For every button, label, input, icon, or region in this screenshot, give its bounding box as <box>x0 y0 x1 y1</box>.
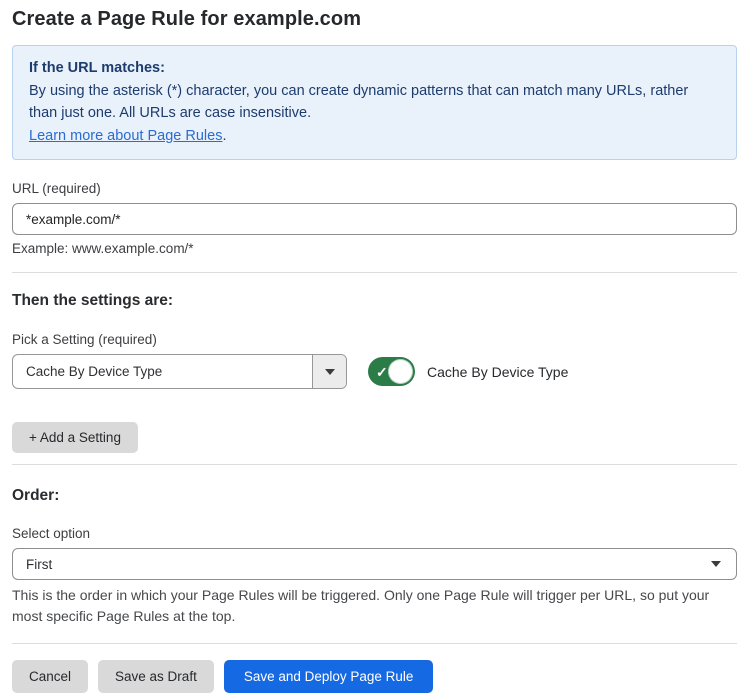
url-match-info-box: If the URL matches: By using the asteris… <box>12 45 737 160</box>
divider-order <box>12 464 737 465</box>
url-section: URL (required) Example: www.example.com/… <box>12 181 737 256</box>
chevron-down-icon <box>325 369 335 375</box>
cache-device-toggle[interactable]: ✓ <box>368 357 415 386</box>
footer-actions: Cancel Save as Draft Save and Deploy Pag… <box>12 644 737 693</box>
setting-dropdown-arrow-button[interactable] <box>312 355 346 388</box>
info-box-heading: If the URL matches: <box>29 57 720 79</box>
toggle-label: Cache By Device Type <box>427 364 568 380</box>
chevron-down-icon <box>711 561 721 567</box>
order-select-value: First <box>26 557 52 572</box>
learn-more-link[interactable]: Learn more about Page Rules <box>29 128 222 144</box>
link-suffix: . <box>222 128 226 144</box>
order-heading: Order: <box>12 487 737 505</box>
cancel-button[interactable]: Cancel <box>12 660 88 693</box>
add-setting-button[interactable]: + Add a Setting <box>12 422 138 453</box>
save-draft-button[interactable]: Save as Draft <box>98 660 214 693</box>
divider-settings <box>12 272 737 273</box>
check-icon: ✓ <box>376 365 388 379</box>
url-example-helper: Example: www.example.com/* <box>12 241 737 256</box>
setting-dropdown[interactable]: Cache By Device Type <box>12 354 347 389</box>
info-box-link-line: Learn more about Page Rules. <box>29 125 720 147</box>
url-label: URL (required) <box>12 181 737 196</box>
toggle-knob <box>388 359 413 384</box>
order-select[interactable]: First <box>12 548 737 580</box>
save-deploy-button[interactable]: Save and Deploy Page Rule <box>224 660 434 693</box>
info-box-body: By using the asterisk (*) character, you… <box>29 80 719 124</box>
create-page-rule-form: Create a Page Rule for example.com If th… <box>0 0 750 693</box>
order-helper-text: This is the order in which your Page Rul… <box>12 585 732 627</box>
setting-dropdown-value: Cache By Device Type <box>13 355 312 388</box>
page-title: Create a Page Rule for example.com <box>12 8 737 31</box>
settings-heading: Then the settings are: <box>12 292 737 310</box>
url-input[interactable] <box>12 203 737 235</box>
pick-setting-label: Pick a Setting (required) <box>12 332 737 347</box>
setting-row: Cache By Device Type ✓ Cache By Device T… <box>12 354 737 389</box>
select-option-label: Select option <box>12 526 737 541</box>
